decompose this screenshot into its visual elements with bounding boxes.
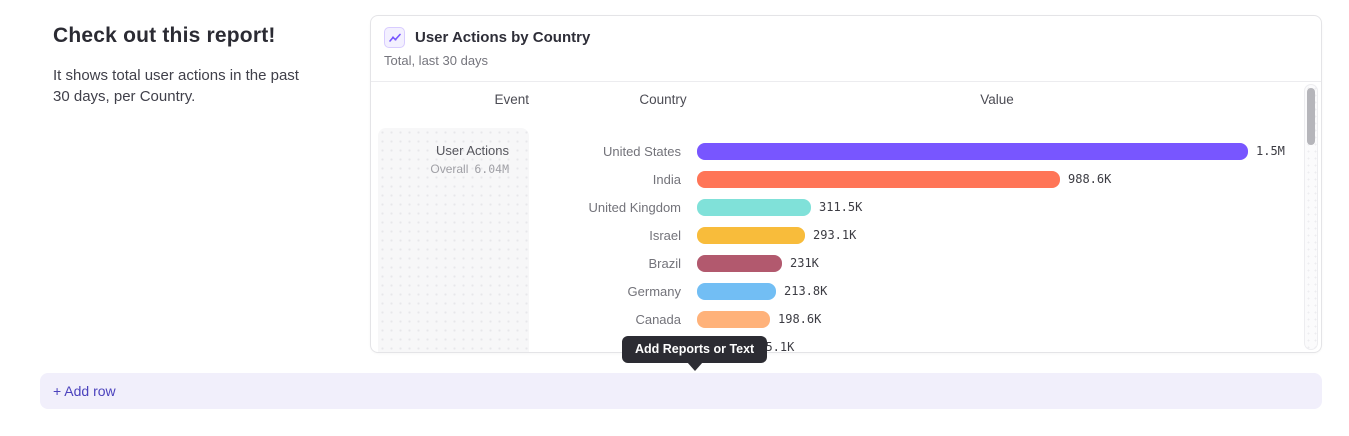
tooltip-label: Add Reports or Text bbox=[635, 342, 754, 356]
line-chart-icon bbox=[384, 27, 405, 48]
bar[interactable] bbox=[697, 311, 770, 328]
bar-row: United Kingdom 311.5K bbox=[371, 193, 1321, 221]
bar-row: India 988.6K bbox=[371, 165, 1321, 193]
bar-row: Germany 213.8K bbox=[371, 277, 1321, 305]
bar-row: United States 1.5M bbox=[371, 137, 1321, 165]
tooltip-caret-icon bbox=[687, 362, 703, 371]
bar[interactable] bbox=[697, 283, 776, 300]
report-card-header: User Actions by Country Total, last 30 d… bbox=[371, 16, 1321, 82]
add-row-label: + Add row bbox=[53, 383, 116, 399]
scrollbar-track[interactable] bbox=[1304, 84, 1318, 350]
bar-value-label: 198.6K bbox=[778, 312, 821, 326]
bar-row: Canada 198.6K bbox=[371, 305, 1321, 333]
bar-value-label: 311.5K bbox=[819, 200, 862, 214]
add-reports-tooltip: Add Reports or Text bbox=[622, 336, 767, 363]
scrollbar-thumb[interactable] bbox=[1307, 88, 1315, 145]
add-row-button[interactable]: + Add row bbox=[40, 373, 1322, 409]
column-header-value: Value bbox=[927, 92, 1067, 107]
bar-row: Israel 293.1K bbox=[371, 221, 1321, 249]
intro-description: It shows total user actions in the past … bbox=[53, 65, 303, 107]
bar-row: France125.1K bbox=[371, 333, 1321, 353]
report-card[interactable]: User Actions by Country Total, last 30 d… bbox=[370, 15, 1322, 353]
report-title: User Actions by Country bbox=[415, 29, 590, 46]
report-subtitle: Total, last 30 days bbox=[384, 53, 1308, 68]
intro-text-block: Check out this report! It shows total us… bbox=[53, 24, 303, 107]
bar-row: Brazil 231K bbox=[371, 249, 1321, 277]
report-chart-area: Event Country Value User Actions Overall… bbox=[371, 82, 1321, 353]
bar-category-label: Brazil bbox=[371, 256, 681, 271]
bar[interactable] bbox=[697, 171, 1060, 188]
bar[interactable] bbox=[697, 199, 811, 216]
bar-category-label: Israel bbox=[371, 228, 681, 243]
intro-title: Check out this report! bbox=[53, 24, 303, 48]
bar-value-label: 213.8K bbox=[784, 284, 827, 298]
bar-category-label: Germany bbox=[371, 284, 681, 299]
bar-rows: United States 1.5M India 988.6K United Kingd… bbox=[371, 137, 1321, 353]
column-header-event: Event bbox=[377, 92, 529, 107]
bar-category-label: India bbox=[371, 172, 681, 187]
bar-category-label: Canada bbox=[371, 312, 681, 327]
bar[interactable] bbox=[697, 255, 782, 272]
bar-category-label: United Kingdom bbox=[371, 200, 681, 215]
bar-value-label: 988.6K bbox=[1068, 172, 1111, 186]
bar[interactable] bbox=[697, 143, 1248, 160]
bar-category-label: United States bbox=[371, 144, 681, 159]
bar-value-label: 293.1K bbox=[813, 228, 856, 242]
bar[interactable] bbox=[697, 227, 805, 244]
column-header-country: Country bbox=[593, 92, 733, 107]
bar-value-label: 1.5M bbox=[1256, 144, 1285, 158]
bar-value-label: 231K bbox=[790, 256, 819, 270]
